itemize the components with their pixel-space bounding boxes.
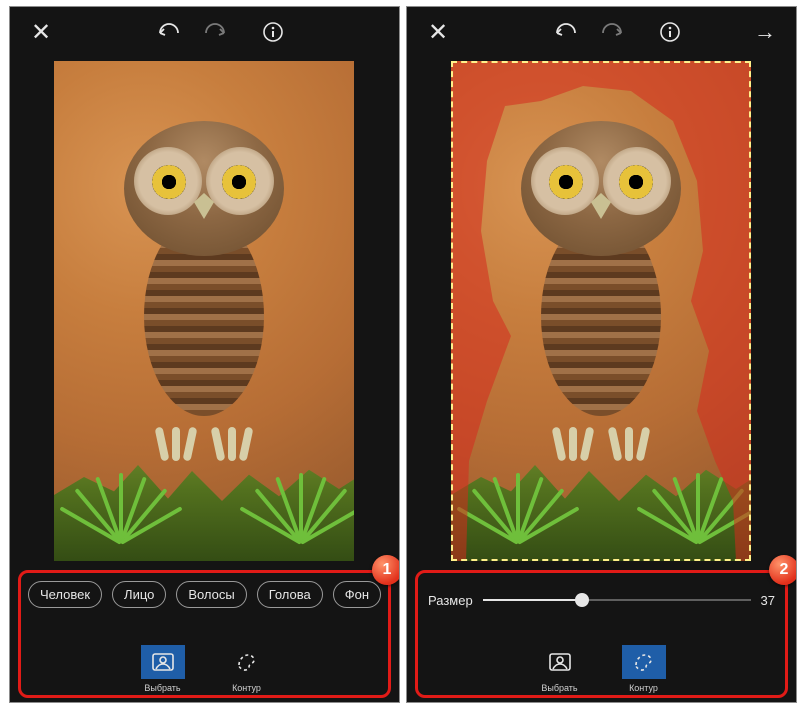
step-badge: 2 [769,555,797,585]
tool-select-label: Выбрать [144,683,180,693]
select-icon [141,645,185,679]
tool-select[interactable]: Выбрать [135,645,191,693]
category-person[interactable]: Человек [28,581,102,608]
category-head[interactable]: Голова [257,581,323,608]
redo-icon[interactable] [198,15,232,49]
editor-pane-left: ✕ [9,6,400,703]
info-icon[interactable] [653,15,687,49]
bottom-panel: 2 Размер 37 Выбрать [415,570,788,698]
tool-row: Выбрать Контур [418,645,785,693]
category-row: Человек Лицо Волосы Голова Фон [21,581,388,608]
size-slider[interactable] [483,590,751,610]
undo-icon[interactable] [549,15,583,49]
select-icon [538,645,582,679]
image-canvas[interactable] [54,61,354,561]
top-bar: ✕ → [407,7,796,57]
category-face[interactable]: Лицо [112,581,166,608]
tool-select[interactable]: Выбрать [532,645,588,693]
category-hair[interactable]: Волосы [176,581,246,608]
bottom-panel: 1 Человек Лицо Волосы Голова Фон Выбрать [18,570,391,698]
info-icon[interactable] [256,15,290,49]
image-canvas[interactable] [451,61,751,561]
photo [451,61,751,561]
size-label: Размер [428,593,473,608]
size-value: 37 [761,593,775,608]
close-icon[interactable]: ✕ [421,15,455,49]
editor-pane-right: ✕ → [406,6,797,703]
tool-select-label: Выбрать [541,683,577,693]
contour-icon [225,645,269,679]
tool-contour-label: Контур [232,683,261,693]
size-slider-row: Размер 37 [428,587,775,613]
close-icon[interactable]: ✕ [24,15,58,49]
contour-icon [622,645,666,679]
photo [54,61,354,561]
undo-icon[interactable] [152,15,186,49]
top-bar: ✕ [10,7,399,57]
tool-contour[interactable]: Контур [616,645,672,693]
tool-contour[interactable]: Контур [219,645,275,693]
apply-icon[interactable]: → [748,15,782,49]
tool-row: Выбрать Контур [21,645,388,693]
category-bg[interactable]: Фон [333,581,381,608]
tool-contour-label: Контур [629,683,658,693]
redo-icon[interactable] [595,15,629,49]
